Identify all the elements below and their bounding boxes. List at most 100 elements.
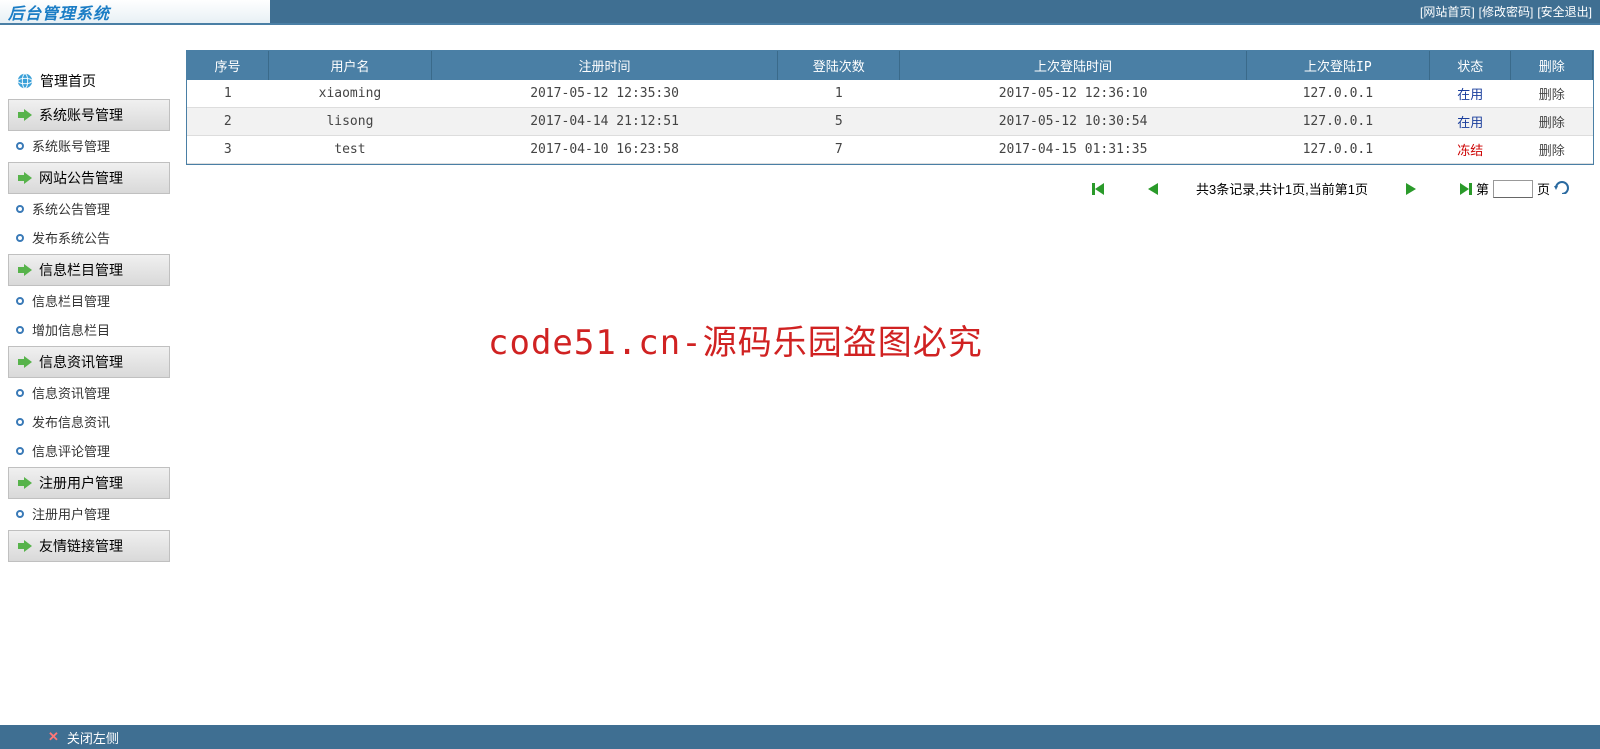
col-username: 用户名: [268, 51, 431, 80]
pager: 共3条记录,共计1页,当前第1页 第 页: [186, 165, 1600, 198]
sidebar-group-label: 网站公告管理: [39, 168, 123, 188]
sidebar-home[interactable]: 管理首页: [8, 65, 170, 97]
cell-status: 在用: [1430, 80, 1511, 108]
cell-delete-link[interactable]: 删除: [1539, 88, 1565, 103]
sidebar-item-account-manage[interactable]: 系统账号管理: [8, 131, 170, 160]
prev-page-button[interactable]: [1146, 182, 1160, 196]
top-links: [网站首页] [修改密码] [安全退出]: [270, 0, 1600, 23]
cell-lastlogin: 2017-04-15 01:31:35: [900, 136, 1246, 164]
sidebar-group-label: 系统账号管理: [39, 105, 123, 125]
cell-count: 5: [778, 108, 900, 136]
sidebar-item-announcement-publish[interactable]: 发布系统公告: [8, 223, 170, 252]
sidebar-item-label: 系统公告管理: [32, 199, 110, 218]
cell-ip: 127.0.0.1: [1246, 136, 1429, 164]
sidebar-item-announcement-manage[interactable]: 系统公告管理: [8, 194, 170, 223]
first-page-button[interactable]: [1092, 182, 1110, 196]
goto-page-input[interactable]: [1493, 180, 1533, 198]
table-row: 2lisong2017-04-14 21:12:5152017-05-12 10…: [187, 108, 1593, 136]
sidebar-item-column-add[interactable]: 增加信息栏目: [8, 315, 170, 344]
footer-bar: ✕ 关闭左侧: [0, 725, 1600, 749]
cell-delete: 删除: [1511, 136, 1593, 164]
close-sidebar-icon[interactable]: ✕: [48, 729, 59, 745]
cell-delete: 删除: [1511, 108, 1593, 136]
cell-count: 7: [778, 136, 900, 164]
bullet-icon: [16, 142, 24, 150]
link-logout[interactable]: [安全退出]: [1537, 3, 1592, 20]
folder-arrow-icon: [17, 539, 33, 553]
sidebar-group-label: 友情链接管理: [39, 536, 123, 556]
cell-status-link[interactable]: 冻结: [1457, 144, 1483, 159]
cell-index: 3: [187, 136, 268, 164]
content-area: 序号 用户名 注册时间 登陆次数 上次登陆时间 上次登陆IP 状态 删除 1 xi…: [178, 25, 1600, 725]
cell-delete-link[interactable]: 删除: [1539, 116, 1565, 131]
bullet-icon: [16, 418, 24, 426]
goto-group: 第 页: [1454, 179, 1570, 198]
cell-username: xiaoming: [268, 80, 431, 108]
pager-info: 共3条记录,共计1页,当前第1页: [1196, 179, 1368, 198]
sidebar-item-news-publish[interactable]: 发布信息资讯: [8, 407, 170, 436]
sidebar-item-label: 发布信息资讯: [32, 412, 110, 431]
sidebar-item-news-comment[interactable]: 信息评论管理: [8, 436, 170, 465]
col-lastip: 上次登陆IP: [1246, 51, 1429, 80]
folder-arrow-icon: [17, 476, 33, 490]
sidebar-item-label: 信息栏目管理: [32, 291, 110, 310]
sidebar-item-column-manage[interactable]: 信息栏目管理: [8, 286, 170, 315]
last-page-button[interactable]: [1454, 182, 1472, 196]
sidebar-item-news-manage[interactable]: 信息资讯管理: [8, 378, 170, 407]
app-logo: 后台管理系统: [8, 0, 110, 24]
bullet-icon: [16, 234, 24, 242]
close-sidebar-label[interactable]: 关闭左侧: [67, 728, 119, 747]
sidebar-item-users-manage[interactable]: 注册用户管理: [8, 499, 170, 528]
table-header-row: 序号 用户名 注册时间 登陆次数 上次登陆时间 上次登陆IP 状态 删除: [187, 51, 1593, 80]
col-status: 状态: [1430, 51, 1511, 80]
cell-delete-link[interactable]: 删除: [1539, 144, 1565, 159]
globe-icon: [16, 72, 34, 90]
sidebar-group-label: 信息资讯管理: [39, 352, 123, 372]
sidebar-item-label: 发布系统公告: [32, 228, 110, 247]
folder-arrow-icon: [17, 263, 33, 277]
folder-arrow-icon: [17, 171, 33, 185]
user-table-wrap: 序号 用户名 注册时间 登陆次数 上次登陆时间 上次登陆IP 状态 删除 1 xi…: [186, 50, 1594, 165]
sidebar-group-announcement[interactable]: 网站公告管理: [8, 162, 170, 194]
next-page-button[interactable]: [1404, 182, 1418, 196]
folder-arrow-icon: [17, 108, 33, 122]
sidebar-home-label: 管理首页: [40, 71, 96, 91]
sidebar-item-label: 系统账号管理: [32, 136, 110, 155]
sidebar-group-users[interactable]: 注册用户管理: [8, 467, 170, 499]
cell-status: 冻结: [1430, 136, 1511, 164]
sidebar-item-label: 注册用户管理: [32, 504, 110, 523]
bullet-icon: [16, 205, 24, 213]
bullet-icon: [16, 326, 24, 334]
cell-status-link[interactable]: 在用: [1457, 88, 1483, 103]
cell-count: 1: [778, 80, 900, 108]
cell-username: lisong: [268, 108, 431, 136]
cell-username: test: [268, 136, 431, 164]
user-table: 序号 用户名 注册时间 登陆次数 上次登陆时间 上次登陆IP 状态 删除 1 xi…: [187, 51, 1593, 164]
table-row: 3test2017-04-10 16:23:5872017-04-15 01:3…: [187, 136, 1593, 164]
cell-index: 2: [187, 108, 268, 136]
col-index: 序号: [187, 51, 268, 80]
cell-ip: 127.0.0.1: [1246, 80, 1429, 108]
sidebar-group-label: 信息栏目管理: [39, 260, 123, 280]
cell-lastlogin: 2017-05-12 12:36:10: [900, 80, 1246, 108]
cell-regtime: 2017-04-10 16:23:58: [431, 136, 777, 164]
goto-button[interactable]: [1554, 180, 1570, 197]
bullet-icon: [16, 389, 24, 397]
sidebar-group-news[interactable]: 信息资讯管理: [8, 346, 170, 378]
sidebar-group-links[interactable]: 友情链接管理: [8, 530, 170, 562]
cell-status-link[interactable]: 在用: [1457, 116, 1483, 131]
sidebar-item-label: 信息评论管理: [32, 441, 110, 460]
link-change-password[interactable]: [修改密码]: [1479, 3, 1534, 20]
folder-arrow-icon: [17, 355, 33, 369]
cell-regtime: 2017-04-14 21:12:51: [431, 108, 777, 136]
sidebar: 管理首页 系统账号管理 系统账号管理 网站公告管理 系统公告管理 发布系统公告 …: [0, 25, 178, 725]
col-regtime: 注册时间: [431, 51, 777, 80]
sidebar-group-account[interactable]: 系统账号管理: [8, 99, 170, 131]
sidebar-item-label: 信息资讯管理: [32, 383, 110, 402]
cell-status: 在用: [1430, 108, 1511, 136]
cell-delete: 删除: [1511, 80, 1593, 108]
sidebar-group-column[interactable]: 信息栏目管理: [8, 254, 170, 286]
top-header: 后台管理系统 [网站首页] [修改密码] [安全退出]: [0, 0, 1600, 25]
sidebar-item-label: 增加信息栏目: [32, 320, 110, 339]
link-site-home[interactable]: [网站首页]: [1420, 3, 1475, 20]
